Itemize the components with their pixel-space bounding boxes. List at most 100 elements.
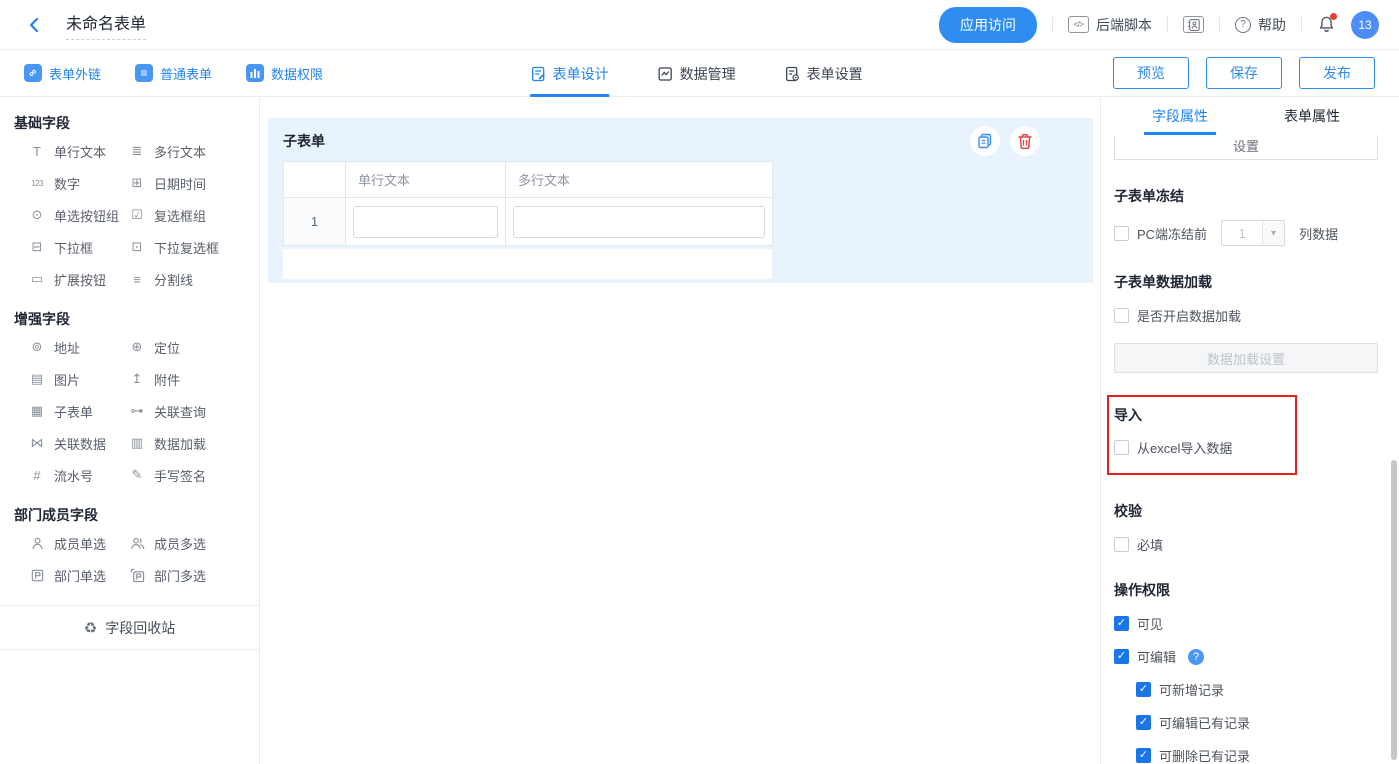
image-icon: ▤ <box>28 371 46 387</box>
data-permission-label: 数据权限 <box>271 64 323 83</box>
field-recycle-bin-button[interactable]: ♻ 字段回收站 <box>0 605 259 650</box>
field-item-dept-multi[interactable]: 部门多选 <box>128 559 259 591</box>
field-label: 扩展按钮 <box>54 270 106 289</box>
tab-data-management[interactable]: 数据管理 <box>657 50 736 97</box>
form-external-link-button[interactable]: ∞ 表单外链 <box>24 64 101 83</box>
dropdown-icon: ⊟ <box>28 239 46 255</box>
serial-number-icon: # <box>28 468 46 483</box>
contacts-button[interactable] <box>1183 16 1204 33</box>
editable-help-icon[interactable]: ? <box>1188 649 1204 665</box>
freeze-checkbox-label: PC端冻结前 <box>1137 224 1207 243</box>
field-item-number[interactable]: 123数字 <box>28 167 128 199</box>
tab-field-properties[interactable]: 字段属性 <box>1114 97 1246 135</box>
field-item-multi-dropdown[interactable]: ⊡下拉复选框 <box>128 231 259 263</box>
backend-script-button[interactable]: </> 后端脚本 <box>1068 15 1152 35</box>
field-label: 手写签名 <box>154 466 206 485</box>
field-item-dept-single[interactable]: 部门单选 <box>28 559 128 591</box>
field-item-signature[interactable]: ✎ 手写签名 <box>128 459 259 491</box>
form-external-link-label: 表单外链 <box>49 64 101 83</box>
linked-data-icon: ⋈ <box>28 435 46 451</box>
field-item-datetime[interactable]: ⊞日期时间 <box>128 167 259 199</box>
field-item-data-load[interactable]: ▥数据加载 <box>128 427 259 459</box>
editable-checkbox[interactable] <box>1114 649 1129 664</box>
copy-widget-button[interactable] <box>970 126 1000 156</box>
field-item-location[interactable]: ⊕定位 <box>128 331 259 363</box>
normal-form-label: 普通表单 <box>160 64 212 83</box>
freeze-columns-select[interactable]: 1 ▾ <box>1221 220 1285 246</box>
field-item-subform[interactable]: ▦子表单 <box>28 395 128 427</box>
checkbox-icon: ☑ <box>128 207 146 223</box>
excel-import-checkbox[interactable] <box>1114 440 1129 455</box>
dataload-checkbox[interactable] <box>1114 308 1129 323</box>
field-item-radio-group[interactable]: ⊙单选按钮组 <box>28 199 128 231</box>
tab-label: 表单设计 <box>553 64 609 84</box>
people-icon <box>128 536 146 551</box>
field-item-dropdown[interactable]: ⊟下拉框 <box>28 231 128 263</box>
field-item-checkbox-group[interactable]: ☑复选框组 <box>128 199 259 231</box>
field-item-image[interactable]: ▤图片 <box>28 363 128 395</box>
add-record-option-row: 可新增记录 <box>1136 680 1378 699</box>
field-label: 关联数据 <box>54 434 106 453</box>
freeze-checkbox[interactable] <box>1114 226 1129 241</box>
subform-add-row-area[interactable] <box>283 249 772 279</box>
tab-form-settings[interactable]: 表单设置 <box>784 50 863 97</box>
form-title[interactable]: 未命名表单 <box>66 10 146 40</box>
back-button[interactable] <box>22 12 48 38</box>
multi-line-text-input[interactable] <box>513 206 765 238</box>
field-item-multi-line-text[interactable]: ≣多行文本 <box>128 135 259 167</box>
tab-form-design[interactable]: 表单设计 <box>530 50 609 97</box>
editable-label: 可编辑 <box>1137 647 1176 666</box>
field-item-extend-button[interactable]: ▭扩展按钮 <box>28 263 128 295</box>
widget-actions <box>970 126 1040 156</box>
settings-button-clipped[interactable]: 设置 <box>1114 135 1378 160</box>
bar-chart-icon <box>246 64 264 82</box>
dept-member-fields-grid: 成员单选 成员多选 部门单选 部门多选 <box>0 527 259 591</box>
tab-form-properties[interactable]: 表单属性 <box>1246 97 1378 135</box>
required-checkbox[interactable] <box>1114 537 1129 552</box>
notification-button[interactable] <box>1317 15 1336 34</box>
field-item-serial-number[interactable]: #流水号 <box>28 459 128 491</box>
field-item-attachment[interactable]: ↥附件 <box>128 363 259 395</box>
subform-widget-selected[interactable]: 子表单 单行文本 多行文本 <box>268 118 1093 283</box>
department-icon <box>28 568 46 583</box>
visible-checkbox[interactable] <box>1114 616 1129 631</box>
data-permission-button[interactable]: 数据权限 <box>246 64 323 83</box>
normal-form-button[interactable]: ≡ 普通表单 <box>135 64 212 83</box>
dataload-checkbox-label: 是否开启数据加载 <box>1137 306 1241 325</box>
app-access-button[interactable]: 应用访问 <box>939 7 1037 43</box>
dataload-settings-button[interactable]: 数据加载设置 <box>1114 343 1378 373</box>
field-item-divider-line[interactable]: ≡分割线 <box>128 263 259 295</box>
field-label: 子表单 <box>54 402 93 421</box>
help-button[interactable]: ? 帮助 <box>1235 15 1286 35</box>
field-item-single-line-text[interactable]: T单行文本 <box>28 135 128 167</box>
edit-record-checkbox[interactable] <box>1136 715 1151 730</box>
help-icon: ? <box>1235 17 1251 33</box>
user-avatar[interactable]: 13 <box>1351 11 1379 39</box>
field-item-linked-data[interactable]: ⋈ 关联数据 <box>28 427 128 459</box>
publish-button[interactable]: 发布 <box>1299 57 1375 89</box>
signature-pen-icon: ✎ <box>128 467 146 483</box>
divider <box>1052 17 1053 32</box>
save-button[interactable]: 保存 <box>1206 57 1282 89</box>
field-item-linked-query[interactable]: ⊶关联查询 <box>128 395 259 427</box>
single-line-text-input[interactable] <box>353 206 498 238</box>
field-item-address[interactable]: ⊚地址 <box>28 331 128 363</box>
form-canvas[interactable]: 子表单 单行文本 多行文本 <box>260 97 1100 764</box>
add-record-checkbox[interactable] <box>1136 682 1151 697</box>
field-label: 部门单选 <box>54 566 106 585</box>
delete-widget-button[interactable] <box>1010 126 1040 156</box>
subform-table: 单行文本 多行文本 1 <box>283 161 773 246</box>
preview-button[interactable]: 预览 <box>1113 57 1189 89</box>
panel-scrollbar[interactable] <box>1391 460 1397 760</box>
dataload-section-title: 子表单数据加载 <box>1114 272 1378 292</box>
field-label: 部门多选 <box>154 566 206 585</box>
dataload-option-row: 是否开启数据加载 <box>1114 306 1378 325</box>
field-item-member-single[interactable]: 成员单选 <box>28 527 128 559</box>
single-line-text-icon: T <box>28 144 46 159</box>
delete-record-checkbox[interactable] <box>1136 748 1151 763</box>
row-index-cell: 1 <box>284 198 346 246</box>
field-label: 地址 <box>54 338 80 357</box>
field-item-member-multi[interactable]: 成员多选 <box>128 527 259 559</box>
copy-icon <box>977 133 993 149</box>
editable-option-row: 可编辑 ? <box>1114 647 1378 666</box>
